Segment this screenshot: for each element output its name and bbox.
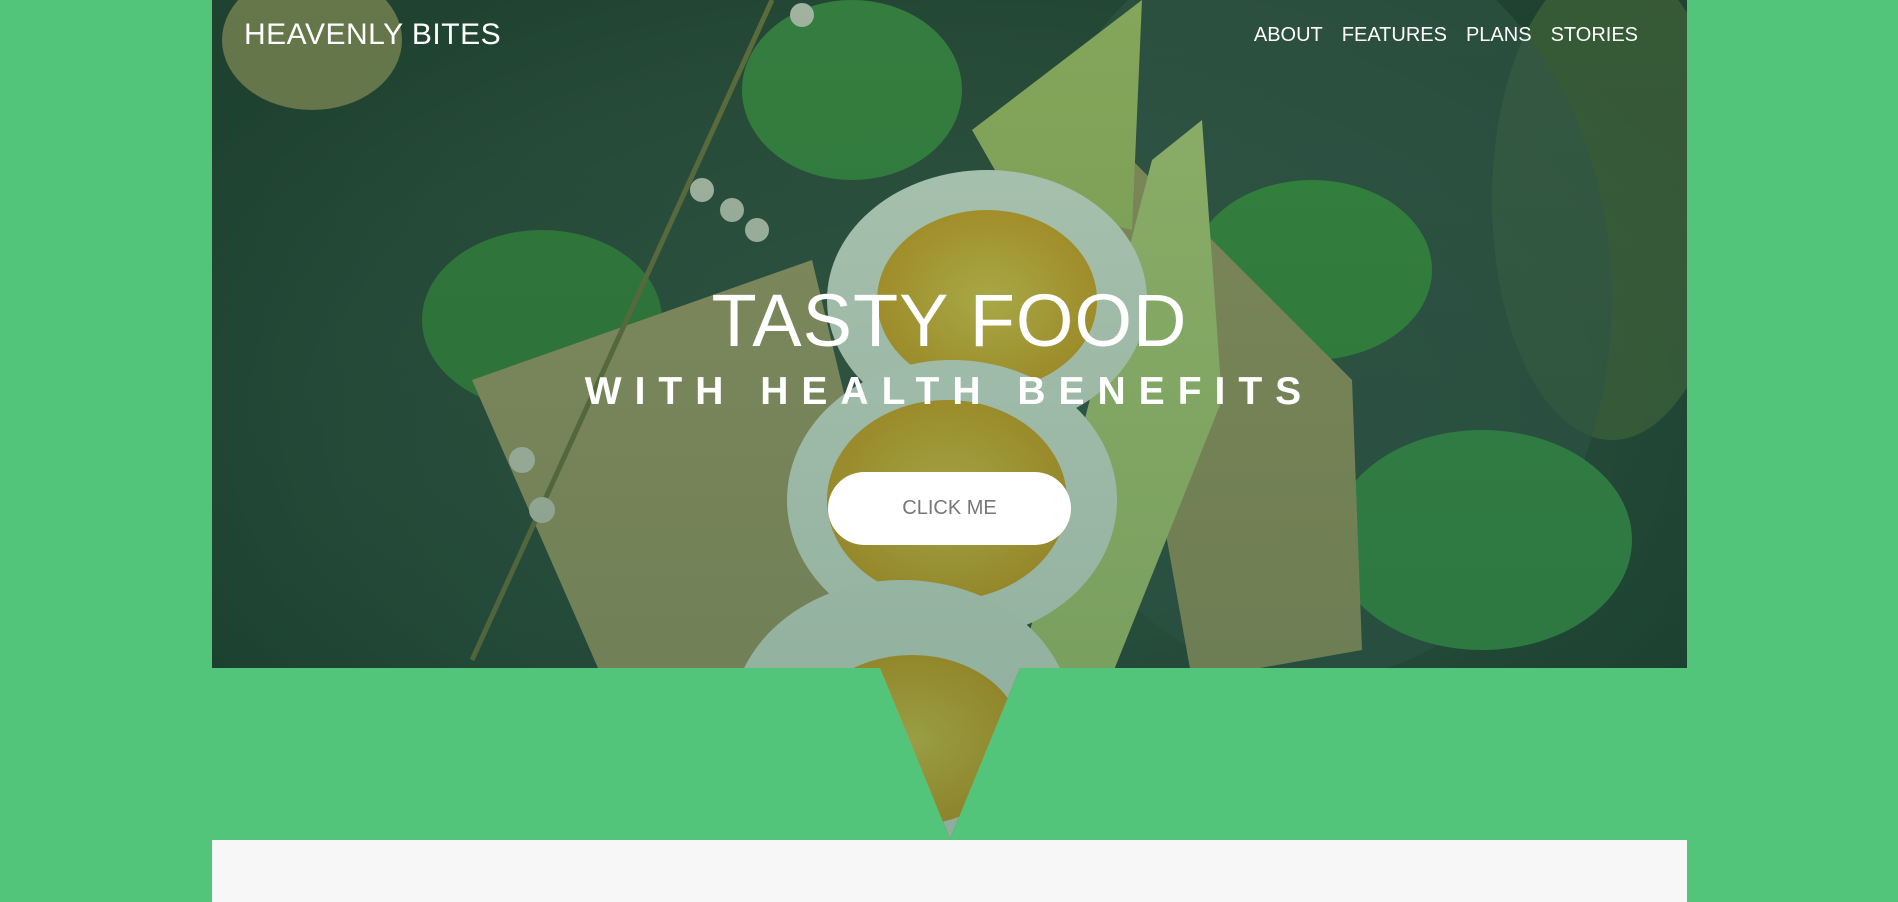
content-section — [212, 840, 1687, 902]
hero-headline: TASTY FOOD WITH HEALTH BENEFITS — [212, 276, 1687, 416]
hero-title: TASTY FOOD — [711, 279, 1188, 362]
hero-subtitle: WITH HEALTH BENEFITS — [584, 370, 1315, 413]
hero-color-overlay — [212, 0, 1687, 839]
nav-link-about[interactable]: ABOUT — [1254, 24, 1323, 47]
hero-image-section — [212, 0, 1687, 839]
nav-link-stories[interactable]: STORIES — [1551, 24, 1638, 47]
main-nav: ABOUT FEATURES PLANS STORIES — [1254, 24, 1638, 47]
nav-link-features[interactable]: FEATURES — [1342, 24, 1447, 47]
click-me-button[interactable]: CLICK ME — [828, 472, 1071, 545]
nav-link-plans[interactable]: PLANS — [1466, 24, 1532, 47]
brand-logo-text[interactable]: HEAVENLY BITES — [244, 18, 501, 52]
landing-page: HEAVENLY BITES ABOUT FEATURES PLANS STOR… — [0, 0, 1898, 902]
